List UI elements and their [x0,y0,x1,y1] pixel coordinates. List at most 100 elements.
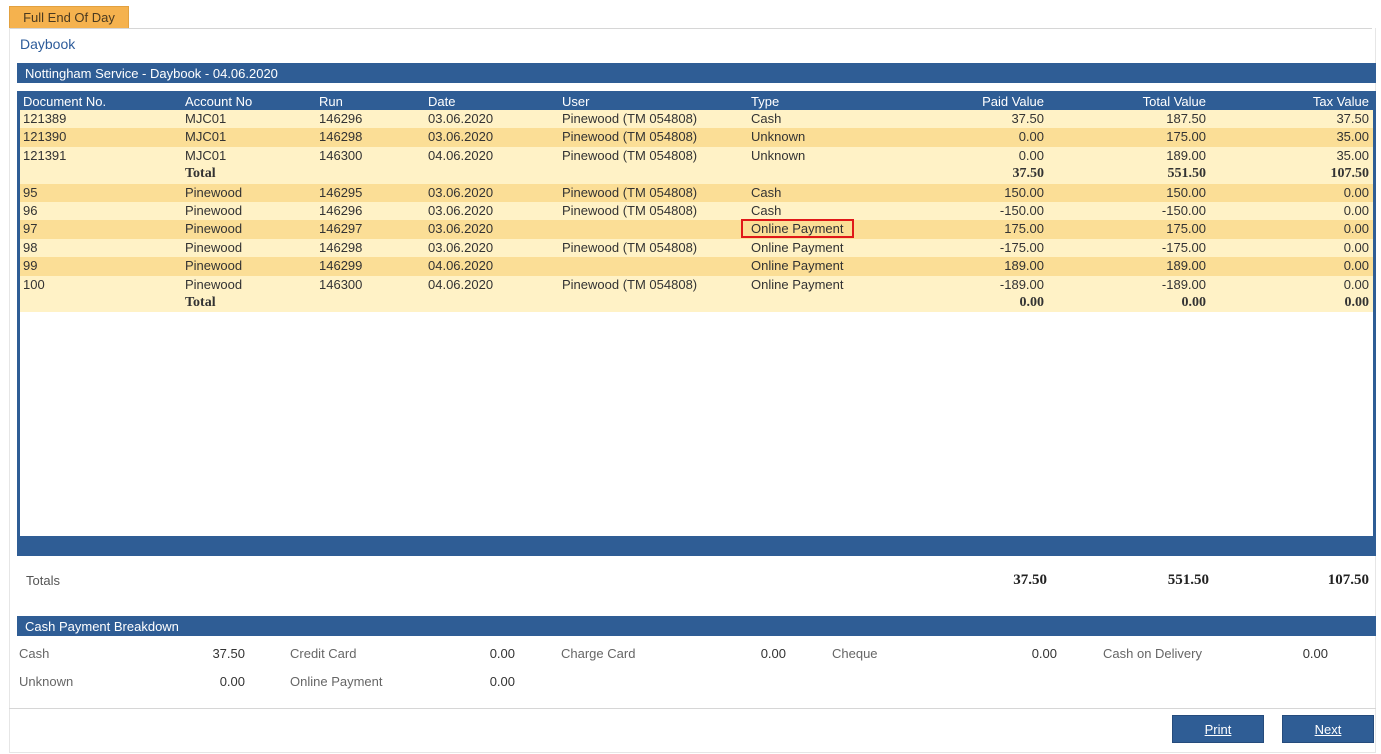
table-row[interactable]: 100 Pinewood 146300 04.06.2020 Pinewood (TM … [20,275,1373,294]
cell-date: 03.06.2020 [428,184,494,200]
cell-doc: 121390 [23,129,67,145]
cell-type: Cash [751,184,782,200]
cell-date: 03.06.2020 [428,129,494,145]
table-total-row[interactable]: Total 0.00 0.00 0.00 [20,293,1373,313]
tab-divider [9,28,1372,29]
cell-type: Cash [751,202,782,218]
cell-date: 03.06.2020 [428,111,494,126]
column-header-account-no[interactable]: Account No [185,94,252,109]
cell-acc: MJC01 [185,111,227,126]
cell-doc: 96 [23,202,38,218]
button-bar-divider [9,708,1376,709]
cell-tax: 0.00 [1343,202,1369,218]
cell-type: Online Payment [741,219,854,239]
column-header-tax-value[interactable]: Tax Value [1313,94,1369,109]
table-row[interactable]: 121391 MJC01 146300 04.06.2020 Pinewood (TM … [20,146,1373,166]
totals-row: Totals 37.50 551.50 107.50 [17,572,1376,590]
cell-tax: 0.00 [1343,276,1369,292]
table-row[interactable]: 97 Pinewood 146297 03.06.2020 Online Payment… [20,219,1373,239]
cell-tax: 35.00 [1336,129,1369,145]
cell-user: Pinewood (TM 054808) [562,111,698,126]
cell-total: -175.00 [1161,239,1206,255]
cell-type: Online Payment [751,239,844,255]
cell-paid: 189.00 [1004,258,1044,274]
cell-paid: 37.50 [1011,111,1044,126]
cell-type: Online Payment [751,258,844,274]
cell-type: Unknown [751,147,806,163]
breakdown-credit-card-value: 0.00 [489,646,515,661]
cell-paid: -175.00 [999,239,1044,255]
cell-tax: 0.00 [1343,184,1369,200]
breakdown-online-payment-value: 0.00 [489,674,515,689]
table-row[interactable]: 96 Pinewood 146296 03.06.2020 Pinewood (TM 0… [20,201,1373,221]
tab-full-end-of-day[interactable]: Full End Of Day [9,6,129,28]
cell-doc: 95 [23,184,38,200]
cell-paid: 0.00 [1018,147,1044,163]
cell-date: 03.06.2020 [428,202,494,218]
cell-user: Pinewood (TM 054808) [562,202,698,218]
cell-total: 175.00 [1166,221,1206,237]
cell-user: Pinewood (TM 054808) [562,276,698,292]
cell-type: Online Payment [751,276,844,292]
cell-paid: 0.00 [1019,294,1045,310]
column-header-document-no[interactable]: Document No. [23,94,106,109]
breakdown-cash-on-delivery-label: Cash on Delivery [1103,646,1202,661]
cell-run: 146298 [319,129,363,145]
table-row[interactable]: 121389 MJC01 146296 03.06.2020 Pinewood (TM … [20,110,1373,129]
column-header-paid-value[interactable]: Paid Value [982,94,1044,109]
cell-run: 146296 [319,202,363,218]
cell-paid: -189.00 [999,276,1044,292]
cell-acc: MJC01 [185,147,227,163]
breakdown-cash-on-delivery-value: 0.00 [1302,646,1328,661]
cash-breakdown-title: Cash Payment Breakdown [25,618,179,634]
cell-acc: Pinewood [185,276,243,292]
cell-run: 146300 [319,276,363,292]
cell-tax: 0.00 [1344,294,1370,310]
breakdown-charge-card-label: Charge Card [561,646,636,661]
column-header-type[interactable]: Type [751,94,779,109]
cell-acc: Pinewood [185,258,243,274]
column-header-run[interactable]: Run [319,94,343,109]
cell-user: Pinewood (TM 054808) [562,239,698,255]
cell-total: 189.00 [1166,258,1206,274]
column-header-date[interactable]: Date [428,94,455,109]
cell-run: 146295 [319,184,363,200]
cell-run: 146299 [319,258,363,274]
cell-paid: 37.50 [1012,166,1045,182]
breakdown-charge-card-value: 0.00 [760,646,786,661]
table-row[interactable]: 121390 MJC01 146298 03.06.2020 Pinewood (TM … [20,128,1373,147]
cell-user: Pinewood (TM 054808) [562,129,698,145]
cell-acc: Total [185,166,216,182]
cell-doc: 99 [23,258,38,274]
table-total-row[interactable]: Total 37.50 551.50 107.50 [20,165,1373,184]
daybook-grid[interactable]: Document No. Account No Run Date User Ty… [17,91,1376,556]
cell-date: 04.06.2020 [428,258,494,274]
table-row[interactable]: 95 Pinewood 146295 03.06.2020 Pinewood (TM 0… [20,183,1373,202]
column-header-total-value[interactable]: Total Value [1143,94,1206,109]
totals-label: Totals [26,573,60,588]
totals-paid-value: 37.50 [1013,572,1047,588]
cell-total: 551.50 [1167,166,1207,182]
column-header-user[interactable]: User [562,94,589,109]
cell-total: 189.00 [1166,147,1206,163]
cell-acc: Pinewood [185,184,243,200]
totals-tax-value: 107.50 [1327,572,1369,588]
cash-breakdown-header: Cash Payment Breakdown [17,616,1376,636]
cell-acc: MJC01 [185,129,227,145]
table-row[interactable]: 98 Pinewood 146298 03.06.2020 Pinewood (TM 0… [20,238,1373,258]
cell-user: Pinewood (TM 054808) [562,184,698,200]
frame-border-left [9,28,10,753]
page-title: Daybook [20,36,76,52]
cell-type: Cash [751,111,782,126]
next-button[interactable]: Next [1282,715,1374,743]
cell-total: -150.00 [1161,202,1206,218]
breakdown-credit-card-label: Credit Card [290,646,357,661]
breakdown-cheque-label: Cheque [832,646,878,661]
cell-total: 175.00 [1166,129,1206,145]
cell-acc: Total [185,294,216,310]
cell-doc: 97 [23,221,38,237]
table-row[interactable]: 99 Pinewood 146299 04.06.2020 Online Payment… [20,257,1373,276]
cell-total: -189.00 [1161,276,1206,292]
print-button[interactable]: Print [1172,715,1264,743]
cell-tax: 0.00 [1343,221,1369,237]
